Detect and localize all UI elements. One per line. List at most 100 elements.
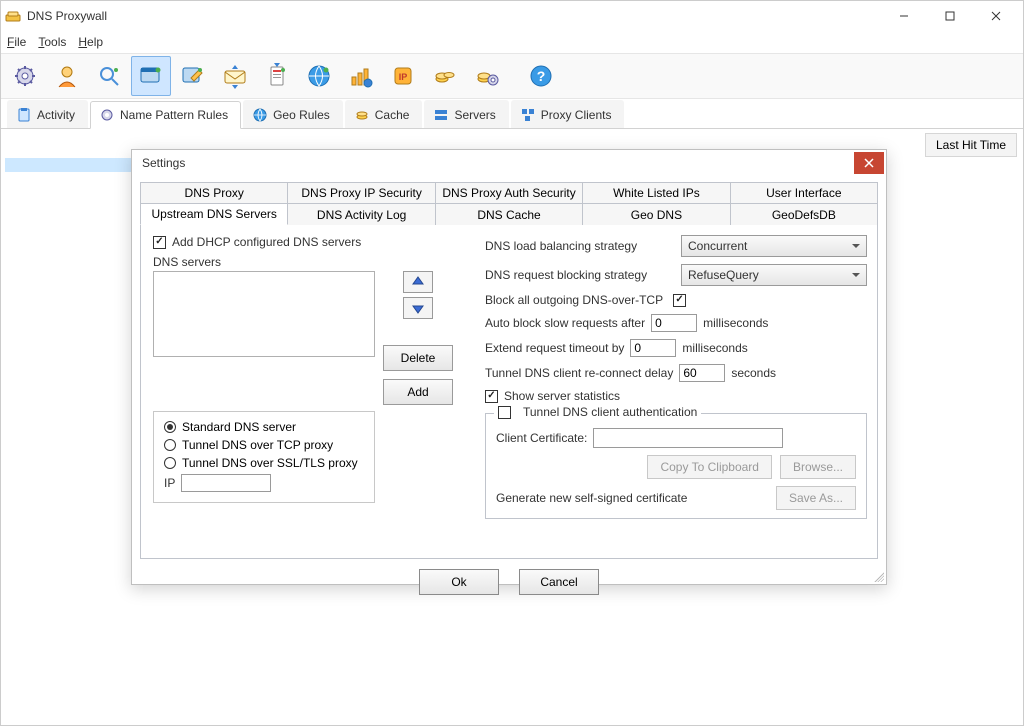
server-icon [433,107,449,123]
maximize-button[interactable] [927,1,973,31]
help-icon[interactable]: ? [521,56,561,96]
settings-dialog: Settings DNS Proxy DNS Proxy IP Security… [131,149,887,585]
main-tabs: Activity Name Pattern Rules Geo Rules Ca… [1,99,1023,129]
dialog-tabs: DNS Proxy DNS Proxy IP Security DNS Prox… [140,182,878,559]
move-down-button[interactable] [403,297,433,319]
coins-gear-icon[interactable] [467,56,507,96]
tab-dns-cache[interactable]: DNS Cache [435,203,583,225]
tab-dns-proxy-auth-security[interactable]: DNS Proxy Auth Security [435,182,583,204]
toolbar: IP ? [1,53,1023,99]
tab-geo-dns[interactable]: Geo DNS [582,203,730,225]
checkbox-block-tcp[interactable] [673,294,686,307]
edit-icon[interactable] [173,56,213,96]
label-dns-servers: DNS servers [153,255,465,269]
globe-icon[interactable] [299,56,339,96]
radio-standard-dns[interactable] [164,421,176,433]
input-tunnel-delay[interactable] [679,364,725,382]
label-show-stats: Show server statistics [504,389,620,403]
menu-help[interactable]: Help [78,35,103,49]
menu-tools[interactable]: Tools [38,35,66,49]
svg-text:IP: IP [399,72,408,82]
menu-file[interactable]: File [7,35,26,49]
search-icon[interactable] [89,56,129,96]
combo-blocking-strategy[interactable]: RefuseQuery [681,264,867,286]
close-button[interactable] [973,1,1019,31]
resize-grip-icon[interactable] [872,570,884,582]
dialog-title: Settings [142,156,854,170]
user-icon[interactable] [47,56,87,96]
selected-row-strip [5,158,133,172]
tab-geodefsdb[interactable]: GeoDefsDB [730,203,878,225]
app-icon [5,8,21,24]
tab-geo-rules-label: Geo Rules [273,108,330,122]
tab-upstream-dns-servers[interactable]: Upstream DNS Servers [140,203,288,225]
input-client-cert[interactable] [593,428,783,448]
cancel-button[interactable]: Cancel [519,569,599,595]
radio-tunnel-tcp[interactable] [164,439,176,451]
tab-geo-rules[interactable]: Geo Rules [243,100,343,128]
tab-dns-proxy[interactable]: DNS Proxy [140,182,288,204]
tab-dns-proxy-ip-security[interactable]: DNS Proxy IP Security [287,182,435,204]
label-generate-cert: Generate new self-signed certificate [496,491,687,505]
minimize-button[interactable] [881,1,927,31]
label-auto-block-pre: Auto block slow requests after [485,316,645,330]
label-extend-pre: Extend request timeout by [485,341,624,355]
column-last-hit-time[interactable]: Last Hit Time [925,133,1017,157]
globe-small-icon [252,107,268,123]
tab-white-listed-ips[interactable]: White Listed IPs [582,182,730,204]
tab-name-pattern-rules[interactable]: Name Pattern Rules [90,101,241,129]
coins-icon[interactable] [425,56,465,96]
label-blocking-strategy: DNS request blocking strategy [485,268,675,282]
mail-icon[interactable] [215,56,255,96]
checkbox-add-dhcp[interactable] [153,236,166,249]
tab-servers[interactable]: Servers [424,100,508,128]
ip-shield-icon[interactable]: IP [383,56,423,96]
gear-icon[interactable] [5,56,45,96]
chart-icon[interactable] [341,56,381,96]
tab-user-interface[interactable]: User Interface [730,182,878,204]
coins-small-icon [354,107,370,123]
tab-proxy-clients[interactable]: Proxy Clients [511,100,625,128]
main-window: DNS Proxywall File Tools Help IP ? A [0,0,1024,726]
dialog-close-button[interactable] [854,152,884,174]
label-ip: IP [164,476,175,490]
checkbox-show-stats[interactable] [485,390,498,403]
tab-activity[interactable]: Activity [7,100,88,128]
clients-icon [520,107,536,123]
document-icon[interactable] [257,56,297,96]
dialog-title-bar: Settings [132,150,886,176]
tab-cache-label: Cache [375,108,410,122]
ok-button[interactable]: Ok [419,569,499,595]
copy-to-clipboard-button[interactable]: Copy To Clipboard [647,455,772,479]
label-tunnel-delay-pre: Tunnel DNS client re-connect delay [485,366,673,380]
input-auto-block-ms[interactable] [651,314,697,332]
window-title: DNS Proxywall [27,9,107,23]
input-extend-ms[interactable] [630,339,676,357]
tab-cache[interactable]: Cache [345,100,423,128]
label-ms1: milliseconds [703,316,768,330]
label-radio-tcp: Tunnel DNS over TCP proxy [182,438,333,452]
tunnel-auth-group: Tunnel DNS client authentication Client … [485,413,867,519]
svg-text:?: ? [537,68,546,84]
combo-load-balancing[interactable]: Concurrent [681,235,867,257]
menubar: File Tools Help [1,31,1023,53]
tab-dns-activity-log[interactable]: DNS Activity Log [287,203,435,225]
label-add-dhcp: Add DHCP configured DNS servers [172,235,361,249]
label-block-tcp: Block all outgoing DNS-over-TCP [485,293,663,307]
radio-tunnel-ssl[interactable] [164,457,176,469]
move-up-button[interactable] [403,271,433,293]
clipboard-icon [16,107,32,123]
browse-button[interactable]: Browse... [780,455,856,479]
gear-small-icon [99,107,115,123]
dns-servers-listbox[interactable] [153,271,375,357]
title-bar: DNS Proxywall [1,1,1023,31]
ip-input[interactable] [181,474,271,492]
label-ms2: milliseconds [682,341,747,355]
server-type-group: Standard DNS server Tunnel DNS over TCP … [153,411,375,503]
save-as-button[interactable]: Save As... [776,486,856,510]
window-icon[interactable] [131,56,171,96]
add-button[interactable]: Add [383,379,453,405]
delete-button[interactable]: Delete [383,345,453,371]
checkbox-tunnel-auth[interactable] [498,406,511,419]
tab-servers-label: Servers [454,108,495,122]
